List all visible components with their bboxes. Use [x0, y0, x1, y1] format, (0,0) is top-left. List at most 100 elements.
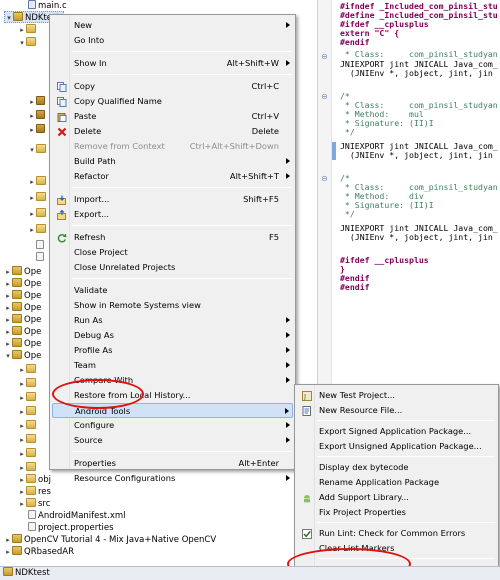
- submenu-item-add-support-library[interactable]: Add Support Library...: [297, 490, 496, 505]
- tree-item-res[interactable]: ▸ res: [18, 486, 51, 498]
- tree-item-child[interactable]: ▸: [28, 224, 48, 236]
- tree-item-child[interactable]: ▸: [18, 462, 38, 474]
- menu-item-label: Display dex bytecode: [319, 462, 409, 472]
- tree-item-src[interactable]: ▸ src: [18, 498, 50, 510]
- tree-item-child[interactable]: ▸: [28, 96, 47, 108]
- tree-item-child[interactable]: ▸: [18, 392, 38, 404]
- submenu-item-export-signed-application-package[interactable]: Export Signed Application Package...: [297, 424, 496, 439]
- submenu-item-rename-application-package[interactable]: Rename Application Package: [297, 475, 496, 490]
- menu-item-copy[interactable]: Copy Ctrl+C: [52, 79, 293, 94]
- menu-item-debug-as[interactable]: Debug As: [52, 328, 293, 343]
- menu-item-close-project[interactable]: Close Project: [52, 245, 293, 260]
- tree-item-child[interactable]: ▸: [18, 378, 38, 390]
- menu-item-refresh[interactable]: Refresh F5: [52, 230, 293, 245]
- resource-file-icon: [302, 406, 312, 416]
- folder-icon: [26, 406, 36, 415]
- fold-icon[interactable]: ⊖: [321, 174, 328, 183]
- menu-item-resource-configurations[interactable]: Resource Configurations: [52, 471, 293, 486]
- menu-item-team[interactable]: Team: [52, 358, 293, 373]
- fold-icon[interactable]: ⊖: [321, 92, 328, 101]
- tree-item-child[interactable]: ▸: [18, 420, 38, 432]
- submenu-arrow-icon: [285, 408, 289, 414]
- tree-item-project-properties[interactable]: project.properties: [28, 522, 114, 534]
- menu-item-close-unrelated-projects[interactable]: Close Unrelated Projects: [52, 260, 293, 275]
- folder-icon: [26, 364, 36, 373]
- fold-icon[interactable]: ⊖: [321, 52, 328, 61]
- menu-item-copy-qualified-name[interactable]: Copy Qualified Name: [52, 94, 293, 109]
- android-icon: [302, 493, 312, 503]
- menu-item-properties[interactable]: Properties Alt+Enter: [52, 456, 293, 471]
- menu-item-go-into[interactable]: Go Into: [52, 33, 293, 48]
- menu-item-paste[interactable]: Paste Ctrl+V: [52, 109, 293, 124]
- package-icon: [36, 110, 45, 119]
- menu-item-label: Export Signed Application Package...: [319, 426, 472, 436]
- submenu-arrow-icon: [286, 437, 290, 443]
- tree-item-child[interactable]: [36, 252, 46, 264]
- submenu-arrow-icon: [286, 332, 290, 338]
- menu-item-source[interactable]: Source: [52, 433, 293, 448]
- menu-item-import[interactable]: Import... Shift+F5: [52, 192, 293, 207]
- submenu-arrow-icon: [286, 422, 290, 428]
- menu-item-build-path[interactable]: Build Path: [52, 154, 293, 169]
- tree-item-project[interactable]: ▸ Ope: [4, 266, 41, 278]
- tree-item-project[interactable]: ▸ OpenCV Tutorial 4 - Mix Java+Native Ope…: [4, 534, 216, 546]
- submenu-arrow-icon: [286, 347, 290, 353]
- tree-item-project-open[interactable]: ▾ Ope: [4, 350, 41, 362]
- tree-item-child[interactable]: ▸: [18, 24, 38, 36]
- tree-item-child[interactable]: ▾: [18, 37, 38, 49]
- project-icon: [3, 567, 13, 576]
- tree-item-project[interactable]: ▸ Ope: [4, 278, 41, 290]
- tree-item-project[interactable]: ▸ QRbasedAR: [4, 546, 74, 558]
- tree-item-child[interactable]: ▸: [28, 124, 47, 136]
- tree-item-project[interactable]: ▸ Ope: [4, 302, 41, 314]
- tree-item-obj[interactable]: ▸ obj: [18, 474, 51, 486]
- submenu-item-new-resource-file[interactable]: New Resource File...: [297, 403, 496, 418]
- tree-item-child[interactable]: ▸: [18, 364, 38, 376]
- menu-item-label: Copy: [74, 81, 96, 91]
- android-tools-submenu: J New Test Project... New Resource File...…: [294, 384, 499, 576]
- tree-item-child[interactable]: ▸: [28, 208, 48, 220]
- tree-item-project[interactable]: ▸ Ope: [4, 338, 41, 350]
- menu-item-label: Validate: [74, 285, 108, 295]
- tree-item-project[interactable]: ▸ Ope: [4, 326, 41, 338]
- tree-item-child[interactable]: ▾: [28, 144, 48, 156]
- submenu-item-new-test-project[interactable]: J New Test Project...: [297, 388, 496, 403]
- submenu-item-display-dex-bytecode[interactable]: Display dex bytecode: [297, 460, 496, 475]
- menu-item-new[interactable]: New: [52, 18, 293, 33]
- test-project-icon: J: [302, 391, 312, 401]
- submenu-arrow-icon: [286, 362, 290, 368]
- copy-icon: [57, 82, 67, 92]
- tree-item-child[interactable]: ▸: [18, 448, 38, 460]
- folder-icon: [26, 462, 36, 471]
- tree-item-child[interactable]: ▸: [18, 406, 38, 418]
- tree-item-manifest[interactable]: AndroidManifest.xml: [28, 510, 126, 522]
- submenu-item-run-lint-check-for-common-errors[interactable]: Run Lint: Check for Common Errors: [297, 526, 496, 541]
- tree-item-child[interactable]: [36, 240, 46, 252]
- submenu-item-export-unsigned-application-package[interactable]: Export Unsigned Application Package...: [297, 439, 496, 454]
- current-line-marker: [332, 142, 336, 160]
- menu-item-label: Import...: [74, 194, 110, 204]
- tree-item-child[interactable]: ▸: [28, 110, 47, 122]
- menu-item-shortcut: Ctrl+Alt+Shift+Down: [189, 141, 279, 151]
- collapse-arrow-icon[interactable]: ▾: [4, 350, 12, 362]
- menu-item-delete[interactable]: Delete Delete: [52, 124, 293, 139]
- tree-item-project[interactable]: ▸ Ope: [4, 314, 41, 326]
- menu-item-validate[interactable]: Validate: [52, 283, 293, 298]
- menu-item-export[interactable]: Export...: [52, 207, 293, 222]
- submenu-arrow-icon: [286, 377, 290, 383]
- menu-item-show-in-remote-systems-view[interactable]: Show in Remote Systems view: [52, 298, 293, 313]
- menu-item-run-as[interactable]: Run As: [52, 313, 293, 328]
- project-icon: [12, 266, 22, 275]
- project-icon: [12, 546, 22, 555]
- menu-item-configure[interactable]: Configure: [52, 418, 293, 433]
- submenu-item-fix-project-properties[interactable]: Fix Project Properties: [297, 505, 496, 520]
- menu-item-show-in[interactable]: Show In Alt+Shift+W: [52, 56, 293, 71]
- tree-item-child[interactable]: ▸: [28, 176, 48, 188]
- tree-item-child[interactable]: ▸: [18, 434, 38, 446]
- collapse-arrow-icon[interactable]: ▾: [5, 12, 13, 24]
- menu-item-refactor[interactable]: Refactor Alt+Shift+T: [52, 169, 293, 184]
- tree-item-child[interactable]: ▸: [28, 192, 48, 204]
- folder-icon: [26, 420, 36, 429]
- menu-item-profile-as[interactable]: Profile As: [52, 343, 293, 358]
- tree-item-project[interactable]: ▸ Ope: [4, 290, 41, 302]
